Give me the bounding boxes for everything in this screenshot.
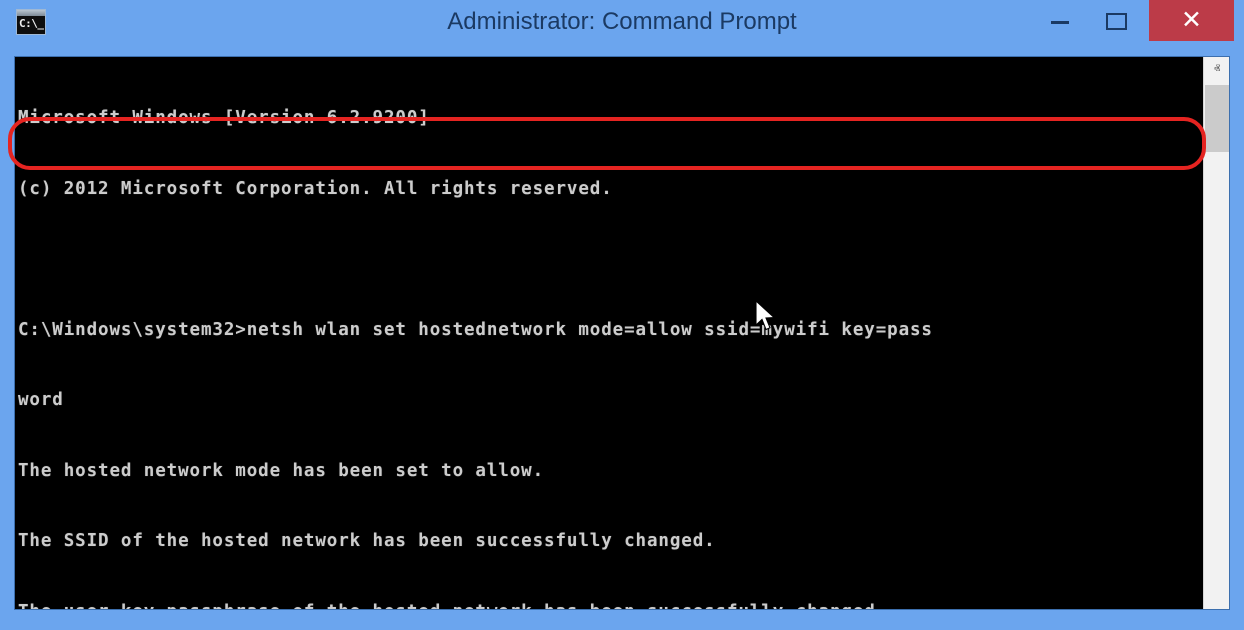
- console-line: The SSID of the hosted network has been …: [18, 530, 1203, 554]
- console-text-buffer: Microsoft Windows [Version 6.2.9200] (c)…: [18, 60, 1203, 610]
- icon-prompt-text: C:\_: [19, 17, 44, 30]
- chevron-up-icon: ⱏ: [1204, 57, 1230, 83]
- console-line-command: C:\Windows\system32>netsh wlan set hoste…: [18, 319, 1203, 343]
- command-prompt-window: C:\_ Administrator: Command Prompt ✕ Mic…: [0, 0, 1244, 630]
- console-line-command-wrap: word: [18, 389, 1203, 413]
- maximize-icon: [1106, 13, 1127, 30]
- console-line: (c) 2012 Microsoft Corporation. All righ…: [18, 178, 1203, 202]
- console-output-area[interactable]: Microsoft Windows [Version 6.2.9200] (c)…: [14, 56, 1230, 610]
- scrollbar-thumb[interactable]: [1205, 85, 1229, 152]
- console-line: [18, 248, 1203, 272]
- minimize-icon: [1051, 21, 1069, 24]
- close-button[interactable]: ✕: [1149, 0, 1234, 41]
- icon-titlebar-strip: [17, 10, 45, 16]
- console-line: The hosted network mode has been set to …: [18, 460, 1203, 484]
- maximize-button[interactable]: [1090, 0, 1142, 41]
- minimize-button[interactable]: [1034, 0, 1086, 41]
- scroll-down-button[interactable]: ⱟ: [1204, 583, 1230, 609]
- console-line: The user key passphrase of the hosted ne…: [18, 601, 1203, 611]
- scroll-up-button[interactable]: ⱏ: [1204, 57, 1230, 83]
- chevron-down-icon: ⱟ: [1204, 583, 1230, 609]
- title-bar[interactable]: C:\_ Administrator: Command Prompt ✕: [0, 0, 1244, 44]
- vertical-scrollbar[interactable]: ⱏ ⱟ: [1203, 57, 1229, 609]
- console-line: Microsoft Windows [Version 6.2.9200]: [18, 107, 1203, 131]
- command-prompt-icon[interactable]: C:\_: [16, 9, 46, 35]
- close-icon: ✕: [1149, 0, 1234, 41]
